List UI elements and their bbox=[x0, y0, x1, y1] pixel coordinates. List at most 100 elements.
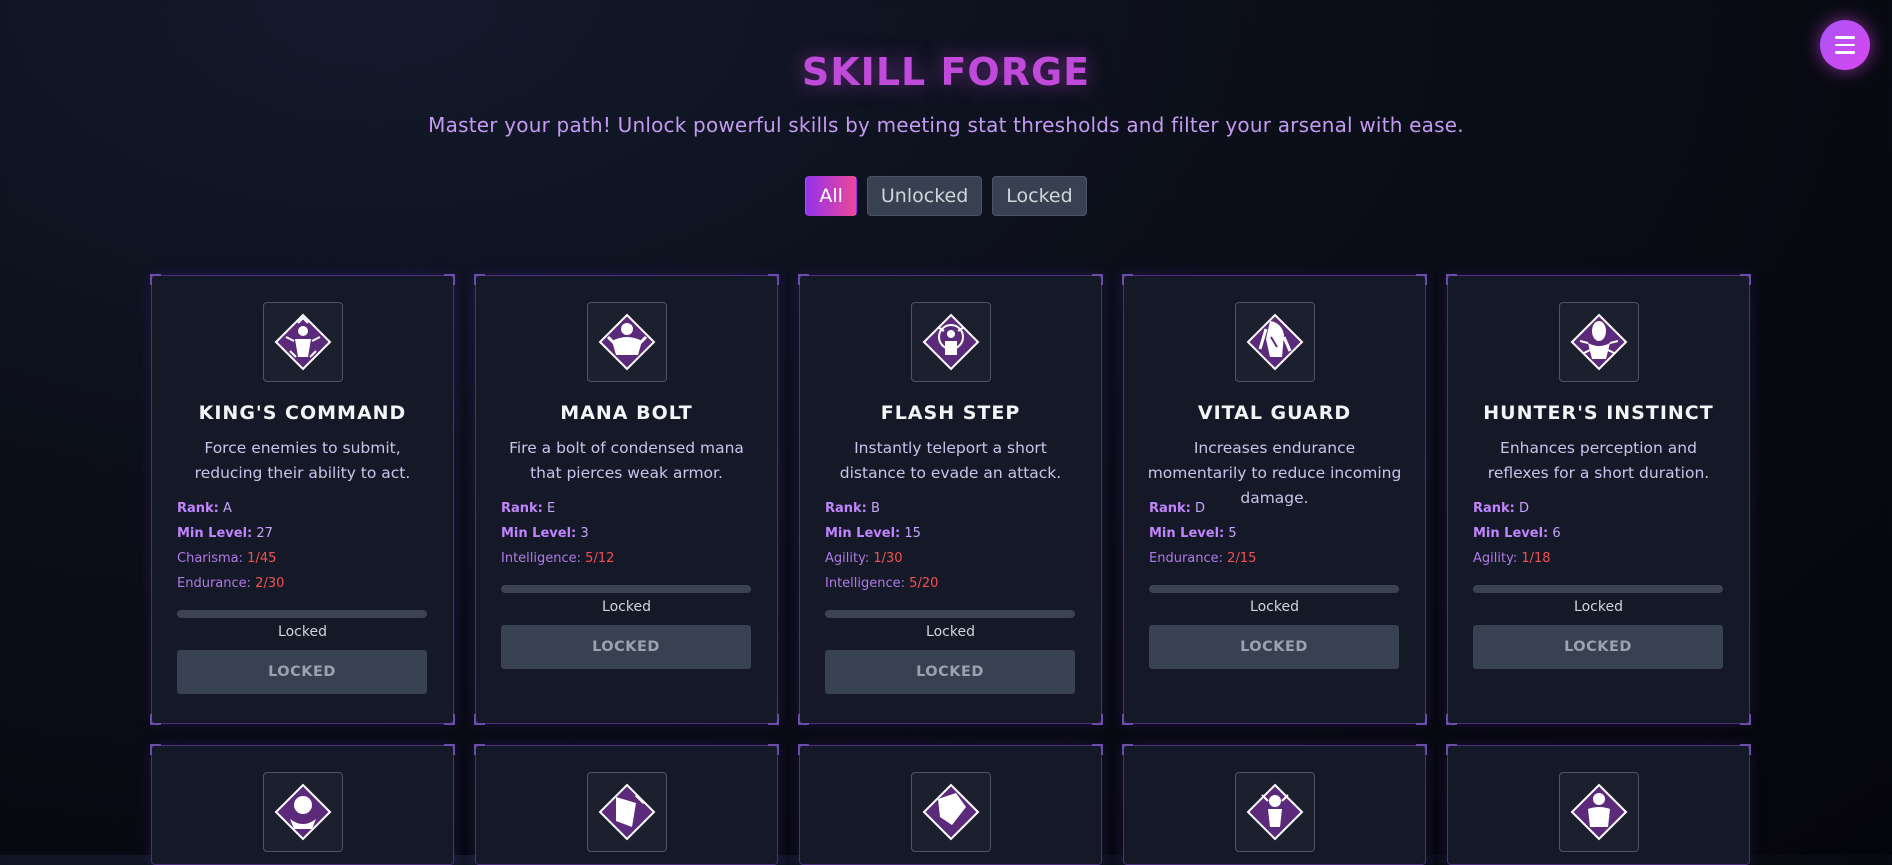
card-corner bbox=[1416, 274, 1427, 285]
mana-bolt-icon bbox=[586, 302, 667, 382]
skill-grid: KING'S COMMAND Force enemies to submit, … bbox=[150, 274, 1751, 865]
requirement-stat: Agility: bbox=[1473, 551, 1518, 566]
skill-locked-button[interactable]: LOCKED bbox=[501, 625, 751, 669]
skill-icon-6 bbox=[262, 772, 343, 852]
card-corner bbox=[768, 714, 779, 725]
card-corner bbox=[1446, 714, 1457, 725]
rank-label: Rank: bbox=[1149, 501, 1191, 516]
skill-name: HUNTER'S INSTINCT bbox=[1483, 402, 1714, 424]
vital-guard-icon bbox=[1234, 302, 1315, 382]
requirement-row: Agility: 1/18 bbox=[1473, 546, 1728, 571]
skill-icon-7 bbox=[586, 772, 667, 852]
filter-all-button[interactable]: All bbox=[805, 176, 857, 216]
card-corner bbox=[444, 274, 455, 285]
skill-card bbox=[1122, 744, 1427, 865]
skill-locked-button[interactable]: LOCKED bbox=[1473, 625, 1723, 669]
skill-card: HUNTER'S INSTINCT Enhances perception an… bbox=[1446, 274, 1751, 725]
rank-row: Rank: D bbox=[1149, 496, 1404, 521]
skill-card bbox=[474, 744, 779, 865]
requirement-value: 1/30 bbox=[873, 551, 903, 566]
skill-card bbox=[1446, 744, 1751, 865]
requirement-value: 1/18 bbox=[1521, 551, 1551, 566]
filter-unlocked-button[interactable]: Unlocked bbox=[866, 176, 983, 216]
rank-value: D bbox=[1519, 501, 1530, 516]
skill-stats: Rank: D Min Level: 6 Agility: 1/18 bbox=[1473, 496, 1728, 571]
rank-value: D bbox=[1195, 501, 1206, 516]
skill-status: Locked bbox=[602, 599, 651, 615]
requirement-stat: Endurance: bbox=[177, 576, 252, 591]
skill-name: VITAL GUARD bbox=[1197, 402, 1352, 424]
rank-label: Rank: bbox=[1473, 501, 1515, 516]
skill-description: Fire a bolt of condensed mana that pierc… bbox=[509, 439, 744, 482]
card-corner bbox=[474, 274, 485, 285]
card-corner bbox=[474, 744, 485, 755]
filter-locked-button[interactable]: Locked bbox=[992, 176, 1087, 216]
min-level-label: Min Level: bbox=[1149, 526, 1225, 541]
skill-stats: Rank: B Min Level: 15 Agility: 1/30 Inte… bbox=[825, 496, 1080, 596]
min-level-label: Min Level: bbox=[177, 526, 253, 541]
card-corner bbox=[1416, 744, 1427, 755]
rank-row: Rank: E bbox=[501, 496, 756, 521]
card-corner bbox=[444, 744, 455, 755]
skill-locked-button[interactable]: LOCKED bbox=[1149, 625, 1399, 669]
rank-row: Rank: A bbox=[177, 496, 432, 521]
requirement-row: Endurance: 2/30 bbox=[177, 571, 432, 596]
requirement-value: 2/15 bbox=[1227, 551, 1257, 566]
min-level-row: Min Level: 15 bbox=[825, 521, 1080, 546]
min-level-label: Min Level: bbox=[501, 526, 577, 541]
card-corner bbox=[1740, 744, 1751, 755]
skill-description: Enhances perception and reflexes for a s… bbox=[1487, 439, 1710, 482]
min-level-label: Min Level: bbox=[825, 526, 901, 541]
rank-value: B bbox=[871, 501, 880, 516]
rank-row: Rank: B bbox=[825, 496, 1080, 521]
card-corner bbox=[768, 744, 779, 755]
requirement-stat: Intelligence: bbox=[825, 576, 906, 591]
skill-stats: Rank: A Min Level: 27 Charisma: 1/45 End… bbox=[177, 496, 432, 596]
skill-locked-button[interactable]: LOCKED bbox=[825, 650, 1075, 694]
card-corner bbox=[1446, 744, 1457, 755]
skill-icon-8 bbox=[910, 772, 991, 852]
skill-locked-button[interactable]: LOCKED bbox=[177, 650, 427, 694]
rank-value: E bbox=[547, 501, 556, 516]
requirement-value: 5/20 bbox=[909, 576, 939, 591]
hunter-instinct-icon bbox=[1558, 302, 1639, 382]
min-level-value: 3 bbox=[580, 526, 589, 541]
requirement-value: 1/45 bbox=[247, 551, 277, 566]
card-corner bbox=[1122, 714, 1133, 725]
min-level-row: Min Level: 27 bbox=[177, 521, 432, 546]
requirement-value: 5/12 bbox=[585, 551, 615, 566]
requirement-row: Charisma: 1/45 bbox=[177, 546, 432, 571]
skill-status: Locked bbox=[278, 624, 327, 640]
menu-icon-line bbox=[1835, 43, 1855, 47]
skill-icon-9 bbox=[1234, 772, 1315, 852]
card-corner bbox=[1416, 714, 1427, 725]
skill-stats: Rank: E Min Level: 3 Intelligence: 5/12 bbox=[501, 496, 756, 571]
requirement-row: Intelligence: 5/20 bbox=[825, 571, 1080, 596]
rank-label: Rank: bbox=[177, 501, 219, 516]
min-level-row: Min Level: 5 bbox=[1149, 521, 1404, 546]
card-corner bbox=[150, 744, 161, 755]
card-corner bbox=[1446, 274, 1457, 285]
card-corner bbox=[798, 274, 809, 285]
skill-progress-bar bbox=[1473, 585, 1723, 593]
skill-card: KING'S COMMAND Force enemies to submit, … bbox=[150, 274, 455, 725]
flash-step-icon bbox=[910, 302, 991, 382]
card-corner bbox=[1740, 714, 1751, 725]
page-subtitle: Master your path! Unlock powerful skills… bbox=[428, 113, 1464, 137]
skill-card bbox=[798, 744, 1103, 865]
card-corner bbox=[768, 274, 779, 285]
min-level-value: 6 bbox=[1552, 526, 1561, 541]
card-corner bbox=[1122, 744, 1133, 755]
skill-card: FLASH STEP Instantly teleport a short di… bbox=[798, 274, 1103, 725]
min-level-row: Min Level: 6 bbox=[1473, 521, 1728, 546]
card-corner bbox=[1092, 744, 1103, 755]
requirement-stat: Intelligence: bbox=[501, 551, 582, 566]
card-corner bbox=[1092, 274, 1103, 285]
min-level-label: Min Level: bbox=[1473, 526, 1549, 541]
skill-stats: Rank: D Min Level: 5 Endurance: 2/15 bbox=[1149, 496, 1404, 571]
requirement-stat: Endurance: bbox=[1149, 551, 1224, 566]
skill-description: Instantly teleport a short distance to e… bbox=[839, 439, 1062, 482]
card-corner bbox=[1740, 274, 1751, 285]
skill-name: KING'S COMMAND bbox=[198, 402, 407, 424]
skill-name: FLASH STEP bbox=[880, 402, 1021, 424]
